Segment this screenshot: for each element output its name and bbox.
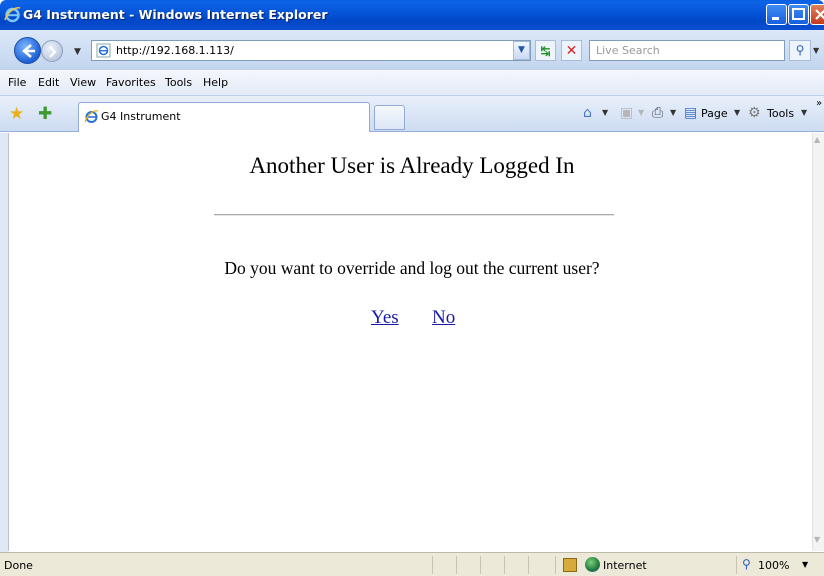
status-divider xyxy=(555,556,556,574)
page-menu-icon: ▤ xyxy=(684,105,698,121)
minimize-icon xyxy=(772,17,779,20)
yes-link[interactable]: Yes xyxy=(371,307,399,329)
chevron-more-icon[interactable]: » xyxy=(816,98,822,109)
menu-view[interactable]: View xyxy=(70,76,96,89)
print-icon[interactable]: ⎙ xyxy=(652,105,663,121)
scroll-down-icon[interactable]: ▼ xyxy=(814,535,820,544)
gear-icon: ⚙ xyxy=(748,105,761,121)
page-content: Another User is Already Logged In Do you… xyxy=(8,133,812,551)
ie-page-icon xyxy=(84,110,99,123)
refresh-icon: ↹ xyxy=(540,44,551,58)
status-divider xyxy=(480,556,481,574)
magnifier-icon: ⚲ xyxy=(795,43,805,57)
maximize-icon xyxy=(792,8,805,20)
scroll-up-icon[interactable]: ▲ xyxy=(814,135,820,144)
zoom-level[interactable]: 100% xyxy=(758,559,789,572)
page-menu-button[interactable]: Page xyxy=(701,107,728,120)
vertical-scrollbar[interactable]: ▲ ▼ xyxy=(812,133,824,551)
maximize-button[interactable] xyxy=(788,4,809,25)
status-text: Done xyxy=(4,559,33,572)
search-options-dropdown-icon[interactable]: ▼ xyxy=(813,46,819,55)
page-dropdown-icon[interactable]: ▼ xyxy=(734,108,740,117)
recent-pages-dropdown-icon[interactable]: ▼ xyxy=(74,47,81,57)
zoom-dropdown-icon[interactable]: ▼ xyxy=(802,560,808,569)
window-frame-left xyxy=(0,133,8,576)
search-button[interactable]: ⚲ xyxy=(789,40,811,61)
status-divider xyxy=(736,556,737,574)
title-bar: G4 Instrument - Windows Internet Explore… xyxy=(0,0,824,30)
home-icon[interactable]: ⌂ xyxy=(583,105,592,121)
home-dropdown-icon[interactable]: ▼ xyxy=(602,108,608,117)
back-button[interactable] xyxy=(14,37,41,64)
search-placeholder: Live Search xyxy=(596,44,660,57)
ie-logo-icon xyxy=(4,7,21,23)
override-question: Do you want to override and log out the … xyxy=(224,258,600,278)
close-button[interactable] xyxy=(810,4,824,25)
page-title: Another User is Already Logged In xyxy=(249,153,575,178)
address-field[interactable]: http://192.168.1.113/ xyxy=(91,40,531,61)
status-divider xyxy=(456,556,457,574)
add-favorites-icon[interactable]: ✚ xyxy=(38,104,52,124)
zoom-icon: ⚲ xyxy=(742,557,751,571)
tab-command-bar: ★ ✚ G4 Instrument ⌂ ▼ ▣ ▼ ⎙ ▼ ▤ Page ▼ ⚙… xyxy=(0,96,824,132)
feeds-dropdown-icon[interactable]: ▼ xyxy=(638,108,644,117)
print-dropdown-icon[interactable]: ▼ xyxy=(670,108,676,117)
refresh-button[interactable]: ↹ xyxy=(535,40,556,61)
menu-bar: File Edit View Favorites Tools Help xyxy=(0,70,824,96)
no-link[interactable]: No xyxy=(432,307,455,329)
stop-icon: ✕ xyxy=(565,43,578,59)
menu-favorites[interactable]: Favorites xyxy=(106,76,156,89)
new-tab-button[interactable] xyxy=(374,105,405,130)
forward-arrow-icon xyxy=(49,46,57,58)
tools-menu-button[interactable]: Tools xyxy=(767,107,794,120)
menu-edit[interactable]: Edit xyxy=(38,76,59,89)
status-divider xyxy=(504,556,505,574)
window-title: G4 Instrument - Windows Internet Explore… xyxy=(23,7,328,22)
status-divider xyxy=(432,556,433,574)
page-icon xyxy=(96,43,111,58)
stop-button[interactable]: ✕ xyxy=(561,40,582,61)
menu-tools[interactable]: Tools xyxy=(165,76,192,89)
address-toolbar: ▼ http://192.168.1.113/ ▼ ↹ ✕ Live Searc… xyxy=(0,30,824,70)
tab-g4-instrument[interactable]: G4 Instrument xyxy=(78,102,370,132)
favorites-center-icon[interactable]: ★ xyxy=(9,104,24,124)
close-icon xyxy=(815,9,824,20)
back-arrow-icon xyxy=(22,44,35,58)
status-divider xyxy=(528,556,529,574)
feeds-icon[interactable]: ▣ xyxy=(620,105,633,121)
url-text: http://192.168.1.113/ xyxy=(116,44,234,57)
tab-label: G4 Instrument xyxy=(101,110,181,123)
menu-file[interactable]: File xyxy=(8,76,26,89)
status-bar: Done Internet ⚲ 100% ▼ xyxy=(0,552,824,576)
tools-dropdown-icon[interactable]: ▼ xyxy=(801,108,807,117)
forward-button[interactable] xyxy=(41,40,63,62)
internet-zone-icon xyxy=(585,557,600,572)
divider xyxy=(214,214,614,216)
minimize-button[interactable] xyxy=(766,4,787,25)
protected-mode-icon[interactable] xyxy=(563,558,577,572)
search-input[interactable]: Live Search xyxy=(589,40,785,61)
security-zone-label[interactable]: Internet xyxy=(603,559,647,572)
address-dropdown-button[interactable]: ▼ xyxy=(513,41,530,60)
menu-help[interactable]: Help xyxy=(203,76,228,89)
